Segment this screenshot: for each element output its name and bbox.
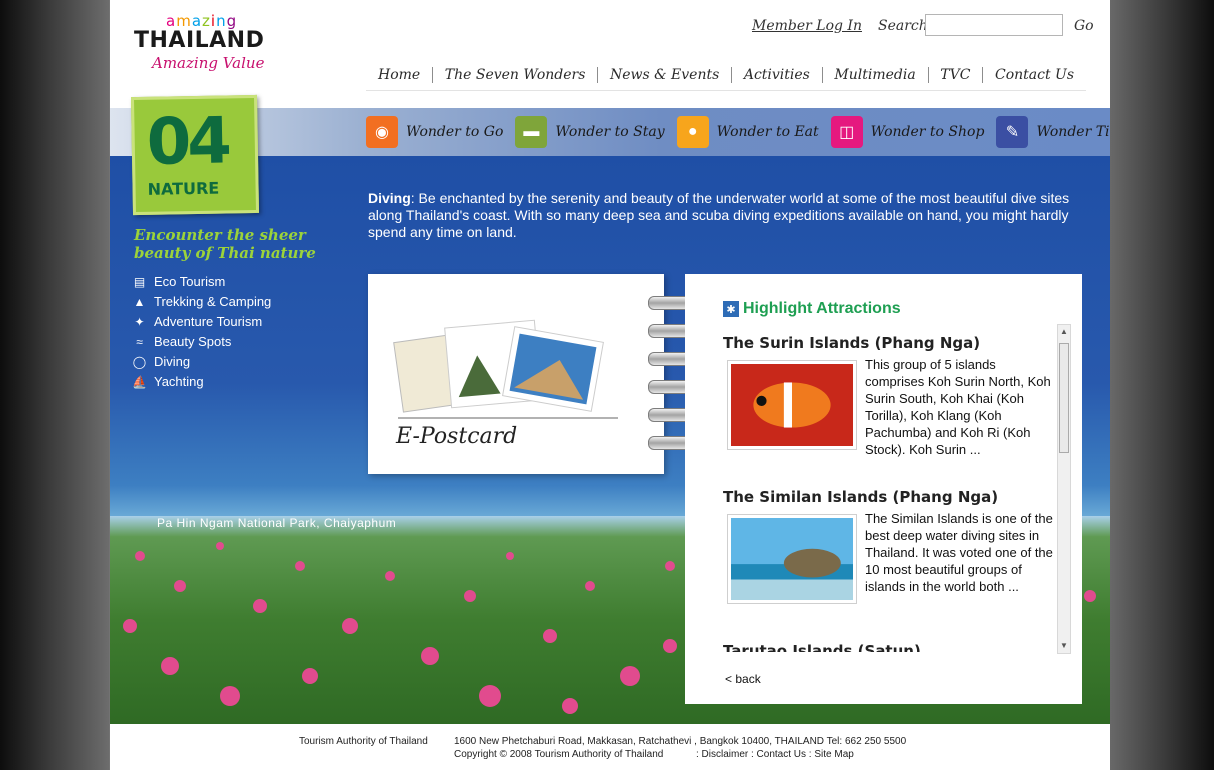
highlights-title: Highlight Attractions (743, 300, 901, 317)
binoculars-icon: ▤ (133, 274, 146, 289)
scroll-up-arrow[interactable]: ▲ (1058, 325, 1070, 339)
wonder-to-stay-link[interactable]: ▬ Wonder to Stay (515, 116, 665, 148)
tent-icon: ▲ (133, 294, 146, 309)
sailboat-icon: ⛵ (132, 374, 147, 389)
list-item[interactable]: The Similan Islands (Phang Nga) The Simi… (723, 488, 1055, 642)
category-name: NATURE (147, 178, 220, 199)
wonder-label: Wonder to Eat (716, 124, 819, 140)
attraction-thumbnail[interactable] (727, 514, 857, 604)
photo-caption: Pa Hin Ngam National Park, Chaiyaphum (157, 516, 397, 530)
amazing-thailand-logo[interactable]: amazing THAILAND Amazing Value (134, 12, 274, 78)
wonder-label: Wonder to Stay (555, 124, 665, 140)
back-link[interactable]: < back (725, 672, 761, 686)
highlight-icon: ✱ (723, 301, 739, 317)
category-badge: 04 NATURE (130, 94, 260, 216)
side-item-label: Eco Tourism (154, 274, 226, 289)
scroll-down-arrow[interactable]: ▼ (1058, 639, 1070, 653)
side-item-eco-tourism[interactable]: ▤ Eco Tourism (132, 272, 271, 291)
plate-icon: ● (676, 116, 709, 148)
side-menu: ▤ Eco Tourism ▲ Trekking & Camping ✦ Adv… (132, 272, 271, 392)
bed-icon: ▬ (515, 116, 548, 148)
footer-org: Tourism Authority of Thailand (299, 736, 428, 747)
climber-icon: ✦ (134, 314, 145, 329)
highlight-attractions-panel: ✱ Highlight Attractions The Surin Island… (685, 274, 1082, 704)
nav-multimedia[interactable]: Multimedia (822, 67, 927, 83)
attraction-title[interactable]: Tarutao Islands (Satun) (723, 642, 1055, 652)
highlights-header: ✱ Highlight Attractions (723, 300, 901, 318)
clownfish-photo (731, 364, 853, 446)
logo-tagline: Amazing Value (152, 54, 265, 72)
diving-mask-icon: ◯ (132, 354, 147, 369)
attractions-list: The Surin Islands (Phang Nga) This group… (723, 334, 1055, 652)
side-item-adventure-tourism[interactable]: ✦ Adventure Tourism (132, 312, 271, 331)
footer: Tourism Authority of Thailand 1600 New P… (110, 724, 1110, 770)
similan-photo (731, 518, 853, 600)
side-item-label: Yachting (154, 374, 204, 389)
side-item-label: Beauty Spots (154, 334, 232, 349)
nav-news-events[interactable]: News & Events (598, 67, 731, 83)
attraction-title[interactable]: The Surin Islands (Phang Nga) (723, 334, 1055, 352)
e-postcard-title: E-Postcard (396, 424, 518, 449)
wonder-to-shop-link[interactable]: ◫ Wonder to Shop (830, 116, 985, 148)
wonder-tips-link[interactable]: ✎ Wonder Tips (996, 116, 1110, 148)
waterfall-icon: ≈ (136, 334, 143, 349)
list-item[interactable]: The Surin Islands (Phang Nga) This group… (723, 334, 1055, 488)
side-item-label: Diving (154, 354, 191, 369)
logo-thailand: THAILAND (134, 28, 265, 53)
wonder-label: Wonder to Shop (870, 124, 985, 140)
attraction-description: This group of 5 islands comprises Koh Su… (865, 357, 1051, 457)
member-login-link[interactable]: Member Log In (752, 18, 862, 34)
nav-seven-wonders[interactable]: The Seven Wonders (433, 67, 598, 83)
side-item-label: Adventure Tourism (154, 314, 263, 329)
copyright-org: Tourism Authority of Thailand (534, 749, 664, 760)
footer-address: 1600 New Phetchaburi Road, Makkasan, Rat… (454, 736, 907, 747)
nav-activities[interactable]: Activities (732, 67, 822, 83)
copyright-label: Copyright © (454, 749, 507, 760)
attractions-scrollbar[interactable]: ▲ ▼ (1057, 324, 1071, 654)
copyright-year: 2008 (509, 749, 532, 760)
footer-copyright: Copyright © 2008 Tourism Authority of Th… (454, 749, 663, 760)
side-item-yachting[interactable]: ⛵ Yachting (132, 372, 271, 391)
attraction-thumbnail[interactable] (727, 360, 857, 450)
side-item-trekking-camping[interactable]: ▲ Trekking & Camping (132, 292, 272, 311)
wonder-label: Wonder to Go (406, 124, 504, 140)
intro-heading: Diving (368, 190, 411, 206)
page: amazing THAILAND Amazing Value Member Lo… (110, 0, 1110, 770)
activity-intro: Diving: Be enchanted by the serenity and… (368, 190, 1090, 241)
nav-tvc[interactable]: TVC (928, 67, 982, 83)
notepad-icon: ✎ (996, 116, 1029, 148)
wonder-label: Wonder Tips (1036, 124, 1110, 140)
attraction-title[interactable]: The Similan Islands (Phang Nga) (723, 488, 1055, 506)
search-label: Search (878, 18, 928, 34)
wonder-menu: ◉ Wonder to Go ▬ Wonder to Stay ● Wonder… (366, 115, 1110, 149)
category-tagline: Encounter the sheer beauty of Thai natur… (134, 226, 316, 262)
search-input[interactable] (925, 14, 1063, 36)
nav-home[interactable]: Home (366, 67, 432, 83)
footer-links[interactable]: : Disclaimer : Contact Us : Site Map (696, 749, 854, 760)
wonder-to-go-link[interactable]: ◉ Wonder to Go (366, 116, 503, 148)
shopping-bag-icon: ◫ (830, 116, 863, 148)
e-postcard-link[interactable]: E-Postcard (368, 274, 664, 474)
side-item-beauty-spots[interactable]: ≈ Beauty Spots (132, 332, 271, 351)
scrollbar-thumb[interactable] (1059, 343, 1069, 453)
postcard-photos (393, 319, 618, 419)
side-item-diving[interactable]: ◯ Diving (132, 352, 271, 371)
list-item[interactable]: Tarutao Islands (Satun) (723, 642, 1055, 652)
intro-text: : Be enchanted by the serenity and beaut… (368, 190, 1070, 240)
wonder-to-eat-link[interactable]: ● Wonder to Eat (676, 116, 819, 148)
camera-icon: ◉ (366, 116, 398, 148)
go-button[interactable]: Go (1074, 18, 1094, 34)
attraction-description: The Similan Islands is one of the best d… (865, 511, 1053, 594)
side-item-label: Trekking & Camping (154, 294, 272, 309)
category-number: 04 (146, 104, 229, 180)
top-navigation: Home The Seven Wonders News & Events Act… (366, 60, 1086, 91)
nav-contact-us[interactable]: Contact Us (983, 67, 1086, 83)
